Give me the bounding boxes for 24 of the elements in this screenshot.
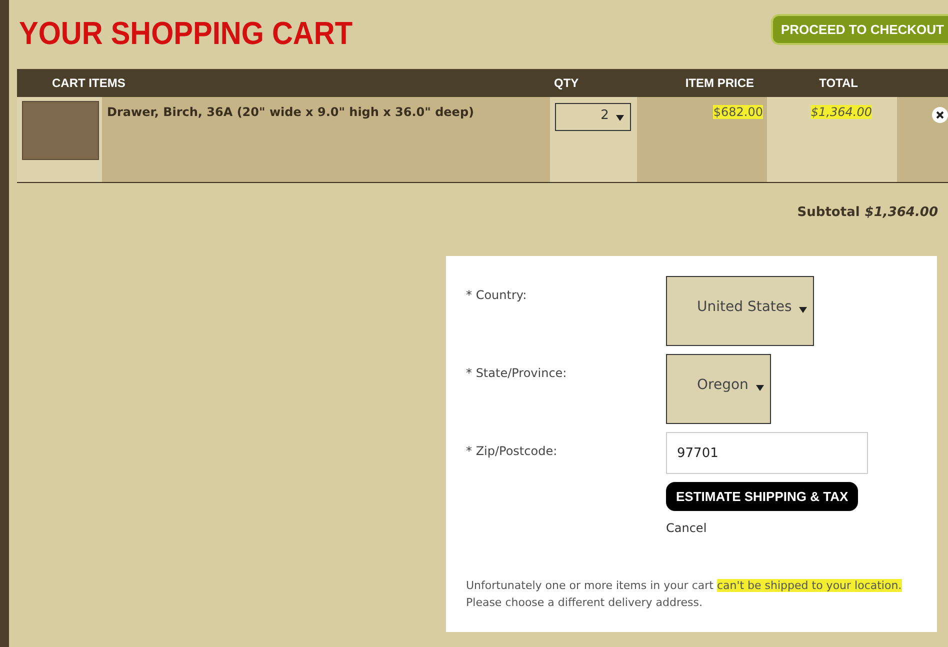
select-field[interactable]: United States <box>666 276 814 346</box>
column-header: CART ITEMS <box>51 76 126 90</box>
remove-icon[interactable] <box>932 107 948 123</box>
caret-icon <box>799 307 808 313</box>
field-label: * State/Province: <box>466 365 568 382</box>
subtotal-value: $1,364.00 <box>864 205 938 220</box>
select-field[interactable]: Oregon <box>666 354 771 424</box>
caret-icon <box>616 115 624 121</box>
item-price: $682.00 <box>713 105 763 119</box>
caret-icon <box>756 385 764 391</box>
estimate-button[interactable]: ESTIMATE SHIPPING & TAX <box>666 482 858 511</box>
field-label: * Country: <box>466 287 528 304</box>
warning-message: Unfortunately one or more items in your cart can't be shipped to your location. Please choose a different delivery address. <box>466 578 903 611</box>
cancel-link[interactable]: Cancel <box>666 521 707 535</box>
quantity-select[interactable]: 2 <box>555 103 631 131</box>
field-label: * Zip/Postcode: <box>466 443 558 460</box>
item-total: $1,364.00 <box>810 105 872 119</box>
column-header: QTY <box>553 76 580 90</box>
subtotal-label: Subtotal <box>797 205 860 220</box>
item-name: Drawer, Birch, 36A (20" wide x 9.0" high x 36.0" deep) <box>107 105 474 119</box>
column-header: ITEM PRICE <box>684 76 754 90</box>
page-title: YOUR SHOPPING CART <box>19 16 353 53</box>
input-field[interactable]: 97701 <box>666 432 868 474</box>
column-header: TOTAL <box>818 76 859 90</box>
